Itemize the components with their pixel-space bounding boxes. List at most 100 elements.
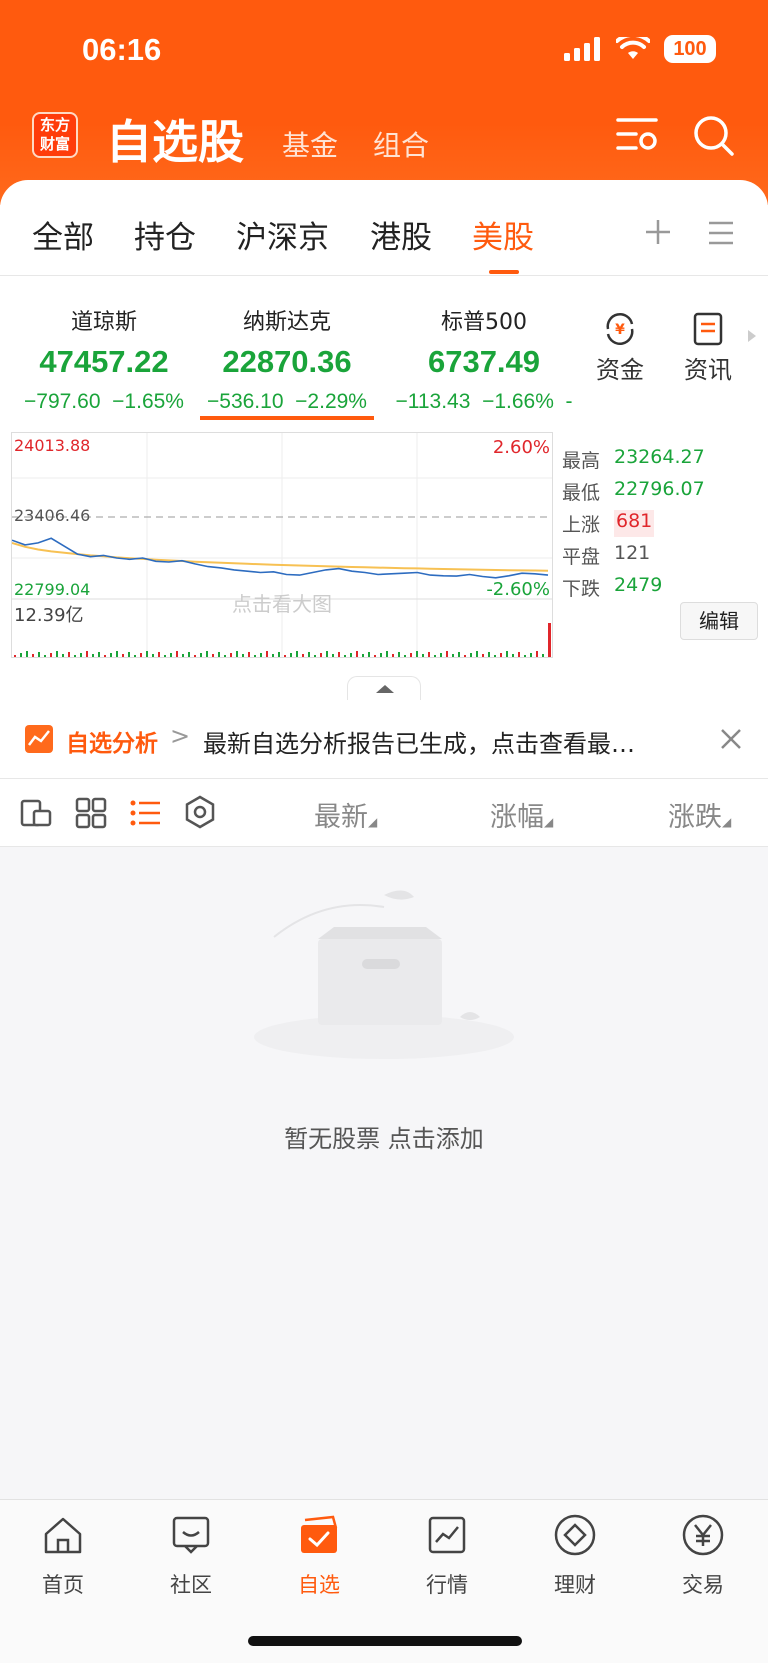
tab-all[interactable]: 全部 [32, 212, 94, 257]
volume-bar [122, 654, 124, 657]
volume-bar [200, 653, 202, 657]
grid-view-icon[interactable] [75, 797, 107, 829]
tabbar-market[interactable]: 行情 [397, 1512, 497, 1599]
fund-flow-label: 资金 [596, 356, 644, 384]
analysis-message[interactable]: 最新自选分析报告已生成，点击查看最… [203, 724, 635, 759]
tabbar-trade[interactable]: 交易 [653, 1512, 753, 1599]
column-latest[interactable]: 最新◢ [314, 795, 377, 834]
volume-bar [110, 653, 112, 657]
index-value: 47457.22 [39, 344, 169, 379]
volume-bar [284, 655, 286, 657]
index-name: 标普500 [441, 310, 527, 335]
volume-bar [512, 654, 514, 657]
tabbar-wealth[interactable]: 理财 [525, 1512, 625, 1599]
empty-watchlist[interactable]: 暂无股票 点击添加 [0, 847, 768, 1499]
index-nasdaq[interactable]: 纳斯达克 22870.36 −536.10 −2.29% [200, 304, 374, 414]
index-change: −797.60 −1.65% [24, 390, 184, 413]
volume-bar [506, 651, 508, 657]
collapse-chart-button[interactable] [347, 676, 421, 700]
close-icon[interactable] [720, 728, 742, 750]
volume-bar [74, 655, 76, 657]
settings-hex-icon[interactable] [183, 795, 217, 829]
volume-bar [350, 653, 352, 657]
chevron-up-icon [376, 685, 394, 693]
list-view-icon[interactable] [130, 799, 162, 827]
volume-bar [416, 651, 418, 657]
news-button[interactable]: 资讯 [684, 312, 732, 385]
volume-bar [242, 654, 244, 657]
volume-bar [260, 653, 262, 657]
yuan-icon [682, 1514, 724, 1556]
chevron-right-icon[interactable] [746, 328, 758, 344]
volume-bar [356, 651, 358, 657]
tab-hk[interactable]: 港股 [370, 212, 432, 257]
tab-fund[interactable]: 基金 [282, 124, 338, 164]
volume-bar [140, 653, 142, 657]
edit-button[interactable]: 编辑 [680, 602, 758, 640]
chart-volume: 12.39亿 [14, 605, 84, 626]
volume-bar [434, 655, 436, 657]
index-sp500[interactable]: 标普500 6737.49 −113.43 −1.66% - [384, 304, 584, 414]
volume-bar [410, 653, 412, 657]
home-indicator [248, 1636, 522, 1646]
app-logo: 东方 财富 [32, 112, 78, 158]
volume-bar [182, 654, 184, 657]
index-dow[interactable]: 道琼斯 47457.22 −797.60 −1.65% [14, 304, 194, 414]
volume-bar [488, 652, 490, 657]
intraday-chart[interactable]: 24013.88 2.60% 23406.46 22799.04 -2.60% … [11, 432, 553, 658]
logo-line1: 东方 [39, 116, 70, 134]
tab-combo[interactable]: 组合 [373, 124, 429, 164]
stat-row: 下跌 2479 [562, 574, 662, 601]
volume-bar [86, 651, 88, 657]
stat-value: 23264.27 [614, 446, 705, 468]
tab-holdings[interactable]: 持仓 [134, 212, 196, 257]
empty-message[interactable]: 暂无股票 点击添加 [0, 1119, 768, 1154]
tabbar-community[interactable]: 社区 [141, 1512, 241, 1599]
search-icon[interactable] [692, 114, 736, 158]
analysis-chevron: > [170, 722, 191, 750]
layout-card-icon[interactable] [20, 797, 52, 829]
diamond-icon [554, 1514, 596, 1556]
analysis-title: 自选分析 [66, 731, 158, 757]
news-icon [693, 312, 723, 346]
volume-bar [368, 652, 370, 657]
page-title[interactable]: 自选股 [106, 106, 244, 172]
fund-flow-button[interactable]: ¥ 资金 [596, 312, 644, 385]
volume-bar [392, 654, 394, 657]
logo-line2: 财富 [39, 135, 70, 153]
status-time: 06:16 [82, 32, 162, 67]
volume-bar [518, 652, 520, 657]
volume-bar [62, 654, 64, 657]
analysis-bar[interactable]: 自选分析 > 最新自选分析报告已生成，点击查看最… [0, 700, 768, 778]
tab-shsz[interactable]: 沪深京 [236, 212, 329, 257]
volume-bar [440, 653, 442, 657]
watchlist-check-icon [301, 1515, 338, 1553]
volume-bar [212, 654, 214, 657]
stat-value: 121 [614, 542, 651, 564]
stat-value: 22796.07 [614, 478, 705, 500]
tab-us[interactable]: 美股 [472, 212, 534, 257]
volume-bar [338, 652, 340, 657]
chart-watermark: 点击看大图 [232, 592, 332, 616]
tabbar-home[interactable]: 首页 [13, 1512, 113, 1599]
volume-bar [92, 654, 94, 657]
volume-bar [446, 651, 448, 657]
volume-bar [176, 651, 178, 657]
volume-bar [308, 652, 310, 657]
volume-bar [248, 652, 250, 657]
volume-bar [290, 653, 292, 657]
volume-bar [236, 651, 238, 657]
add-icon[interactable] [644, 218, 672, 246]
menu-icon[interactable] [708, 220, 734, 246]
volume-bar [170, 653, 172, 657]
wifi-icon [616, 37, 650, 59]
volume-bar [386, 651, 388, 657]
list-settings-icon[interactable] [616, 114, 660, 154]
column-pct[interactable]: 涨幅◢ [490, 795, 553, 834]
index-panel: 道琼斯 47457.22 −797.60 −1.65% 纳斯达克 22870.3… [0, 276, 768, 432]
tabbar-watchlist[interactable]: 自选 [269, 1512, 369, 1599]
volume-bar [332, 654, 334, 657]
volume-bar [458, 652, 460, 657]
volume-bar [152, 654, 154, 657]
column-change[interactable]: 涨跌◢ [668, 795, 731, 834]
